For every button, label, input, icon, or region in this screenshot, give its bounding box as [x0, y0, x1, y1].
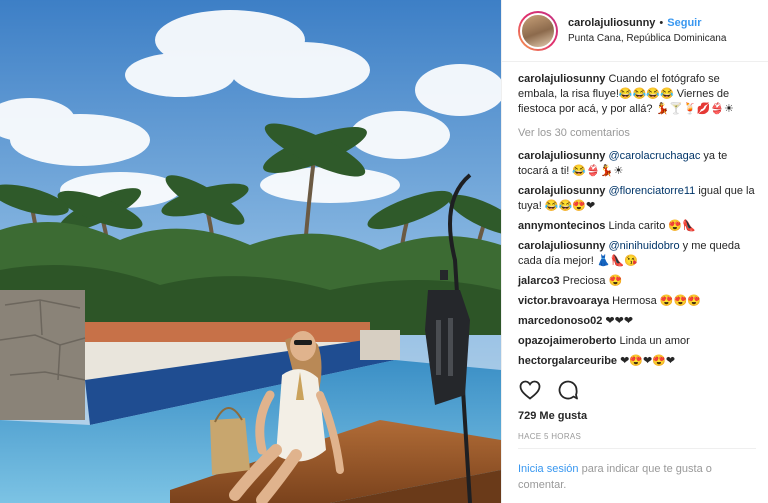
caption: carolajuliosunny Cuando el fotógrafo se … — [518, 72, 756, 117]
comment-text: Linda un amor — [616, 335, 690, 347]
comment-mention[interactable]: @florenciatorre11 — [608, 185, 695, 197]
comment-text: Hermosa 😍😍😍 — [609, 295, 701, 307]
post-actions — [518, 378, 580, 402]
comment-text: ❤😍❤😍❤ — [617, 355, 676, 367]
post-header: carolajuliosunny • Seguir Punta Cana, Re… — [502, 0, 768, 62]
comment-username[interactable]: jalarco3 — [518, 275, 560, 287]
comment-username[interactable]: annymontecinos — [518, 220, 605, 232]
comment-item: annymontecinos Linda carito 😍👠 — [518, 219, 756, 234]
follow-button[interactable]: Seguir — [667, 17, 701, 29]
comment-item: hectorgalarceuribe ❤😍❤😍❤ — [518, 354, 756, 369]
instagram-post: carolajuliosunny • Seguir Punta Cana, Re… — [0, 0, 768, 503]
comment-item: marcedonoso02 ❤❤❤ — [518, 314, 756, 329]
view-all-comments-button[interactable]: Ver los 30 comentarios — [518, 126, 756, 141]
post-sidebar: carolajuliosunny • Seguir Punta Cana, Re… — [501, 0, 768, 503]
comment-mention[interactable]: @ninihuidobro — [608, 240, 679, 252]
divider — [518, 448, 756, 449]
comment-item: carolajuliosunny @florenciatorre11 igual… — [518, 184, 756, 214]
location-link[interactable]: Punta Cana, República Dominicana — [568, 33, 726, 44]
comments-list: carolajuliosunny Cuando el fotógrafo se … — [518, 72, 756, 374]
comment-username[interactable]: victor.bravoaraya — [518, 295, 609, 307]
caption-username[interactable]: carolajuliosunny — [518, 73, 605, 85]
post-photo[interactable] — [0, 0, 501, 503]
comment-item: carolajuliosunny @carolacruchagac ya te … — [518, 149, 756, 179]
comment-text: Linda carito 😍👠 — [605, 220, 696, 232]
comment-item: opazojaimeroberto Linda un amor — [518, 334, 756, 349]
comment-username[interactable]: opazojaimeroberto — [518, 335, 616, 347]
avatar[interactable] — [518, 10, 558, 51]
likes-count[interactable]: 729 Me gusta — [518, 410, 587, 422]
comment-item: jalarco3 Preciosa 😍 — [518, 274, 756, 289]
post-timestamp: HACE 5 HORAS — [518, 432, 582, 441]
comment-text: ❤❤❤ — [602, 315, 634, 327]
comment-item: victor.bravoaraya Hermosa 😍😍😍 — [518, 294, 756, 309]
login-prompt: Inicia sesión para indicar que te gusta … — [518, 461, 756, 493]
heart-outline-icon[interactable] — [518, 378, 542, 402]
post-photo-image — [0, 0, 501, 503]
comment-username[interactable]: carolajuliosunny — [518, 185, 605, 197]
comment-bubble-icon[interactable] — [556, 378, 580, 402]
author-info: carolajuliosunny • Seguir Punta Cana, Re… — [568, 17, 726, 44]
comment-username[interactable]: carolajuliosunny — [518, 240, 605, 252]
comment-username[interactable]: carolajuliosunny — [518, 150, 605, 162]
login-link[interactable]: Inicia sesión — [518, 463, 579, 475]
comment-username[interactable]: marcedonoso02 — [518, 315, 602, 327]
comment-mention[interactable]: @carolacruchagac — [608, 150, 700, 162]
author-line: carolajuliosunny • Seguir — [568, 17, 726, 29]
comment-item: carolajuliosunny @ninihuidobro y me qued… — [518, 239, 756, 269]
author-username[interactable]: carolajuliosunny — [568, 17, 655, 29]
comment-username[interactable]: hectorgalarceuribe — [518, 355, 617, 367]
avatar-image — [520, 12, 556, 49]
comment-text: Preciosa 😍 — [559, 275, 623, 287]
separator-dot: • — [659, 17, 664, 29]
